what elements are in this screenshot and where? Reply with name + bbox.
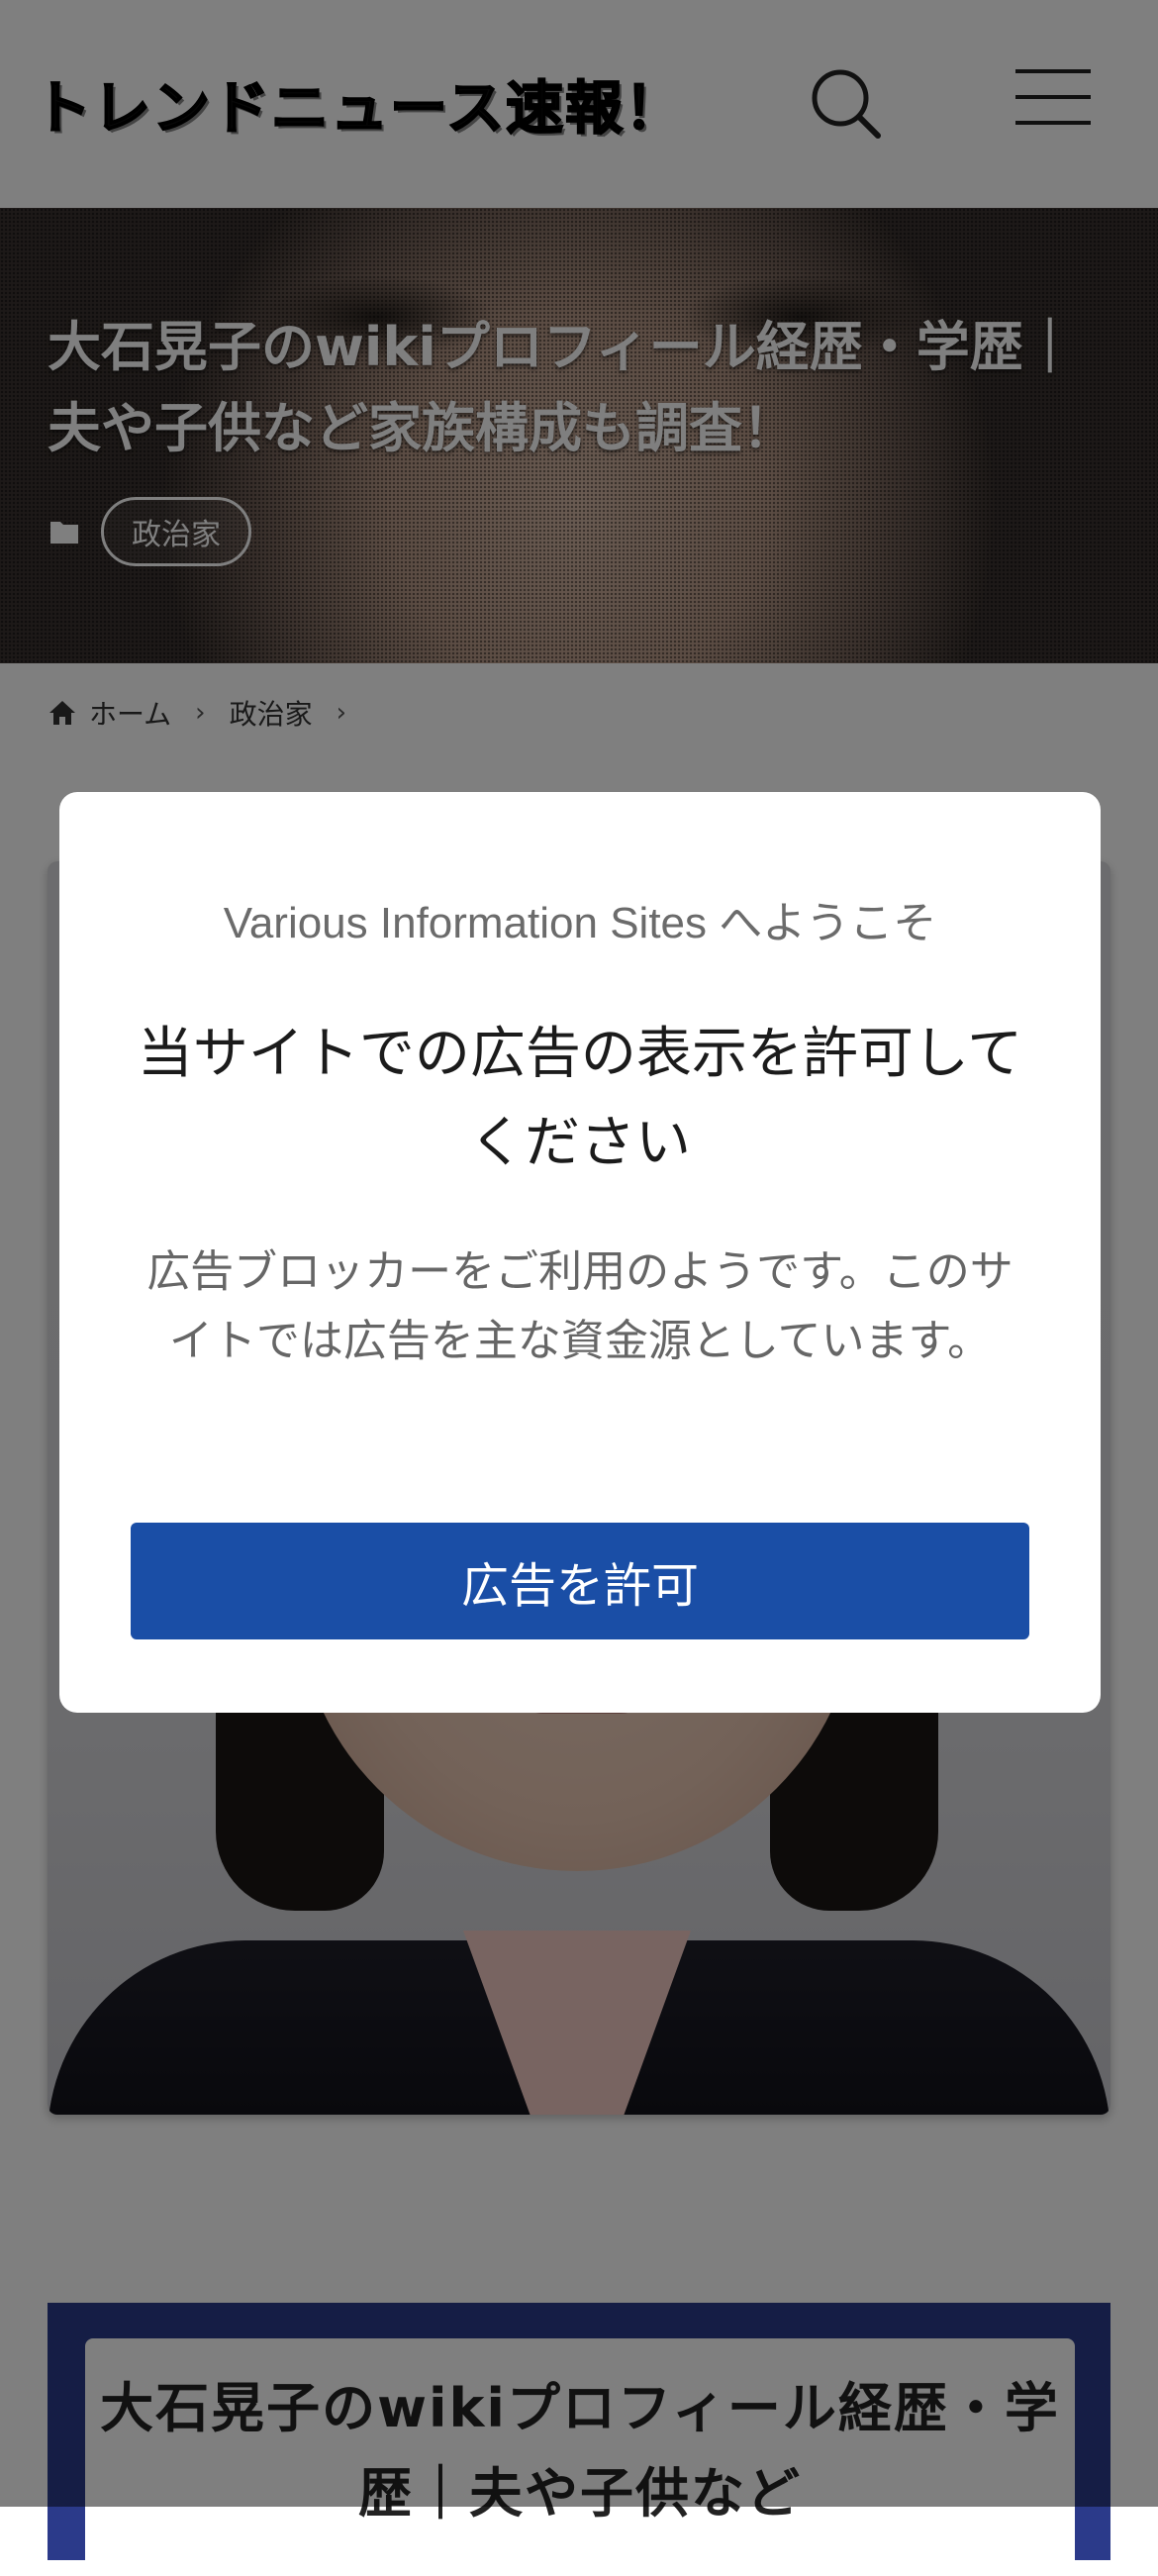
modal-welcome-text: Various Information Sites へようこそ [223,899,937,947]
allow-ads-button[interactable]: 広告を許可 [131,1523,1029,1639]
adblock-modal: Various Information Sites へようこそ 当サイトでの広告… [59,792,1101,1713]
modal-body-text: 広告ブロッカーをご利用のようです。このサイトでは広告を主な資金源としています。 [146,1246,1013,1366]
modal-heading: 当サイトでの広告の表示を許可してください [137,1022,1023,1175]
